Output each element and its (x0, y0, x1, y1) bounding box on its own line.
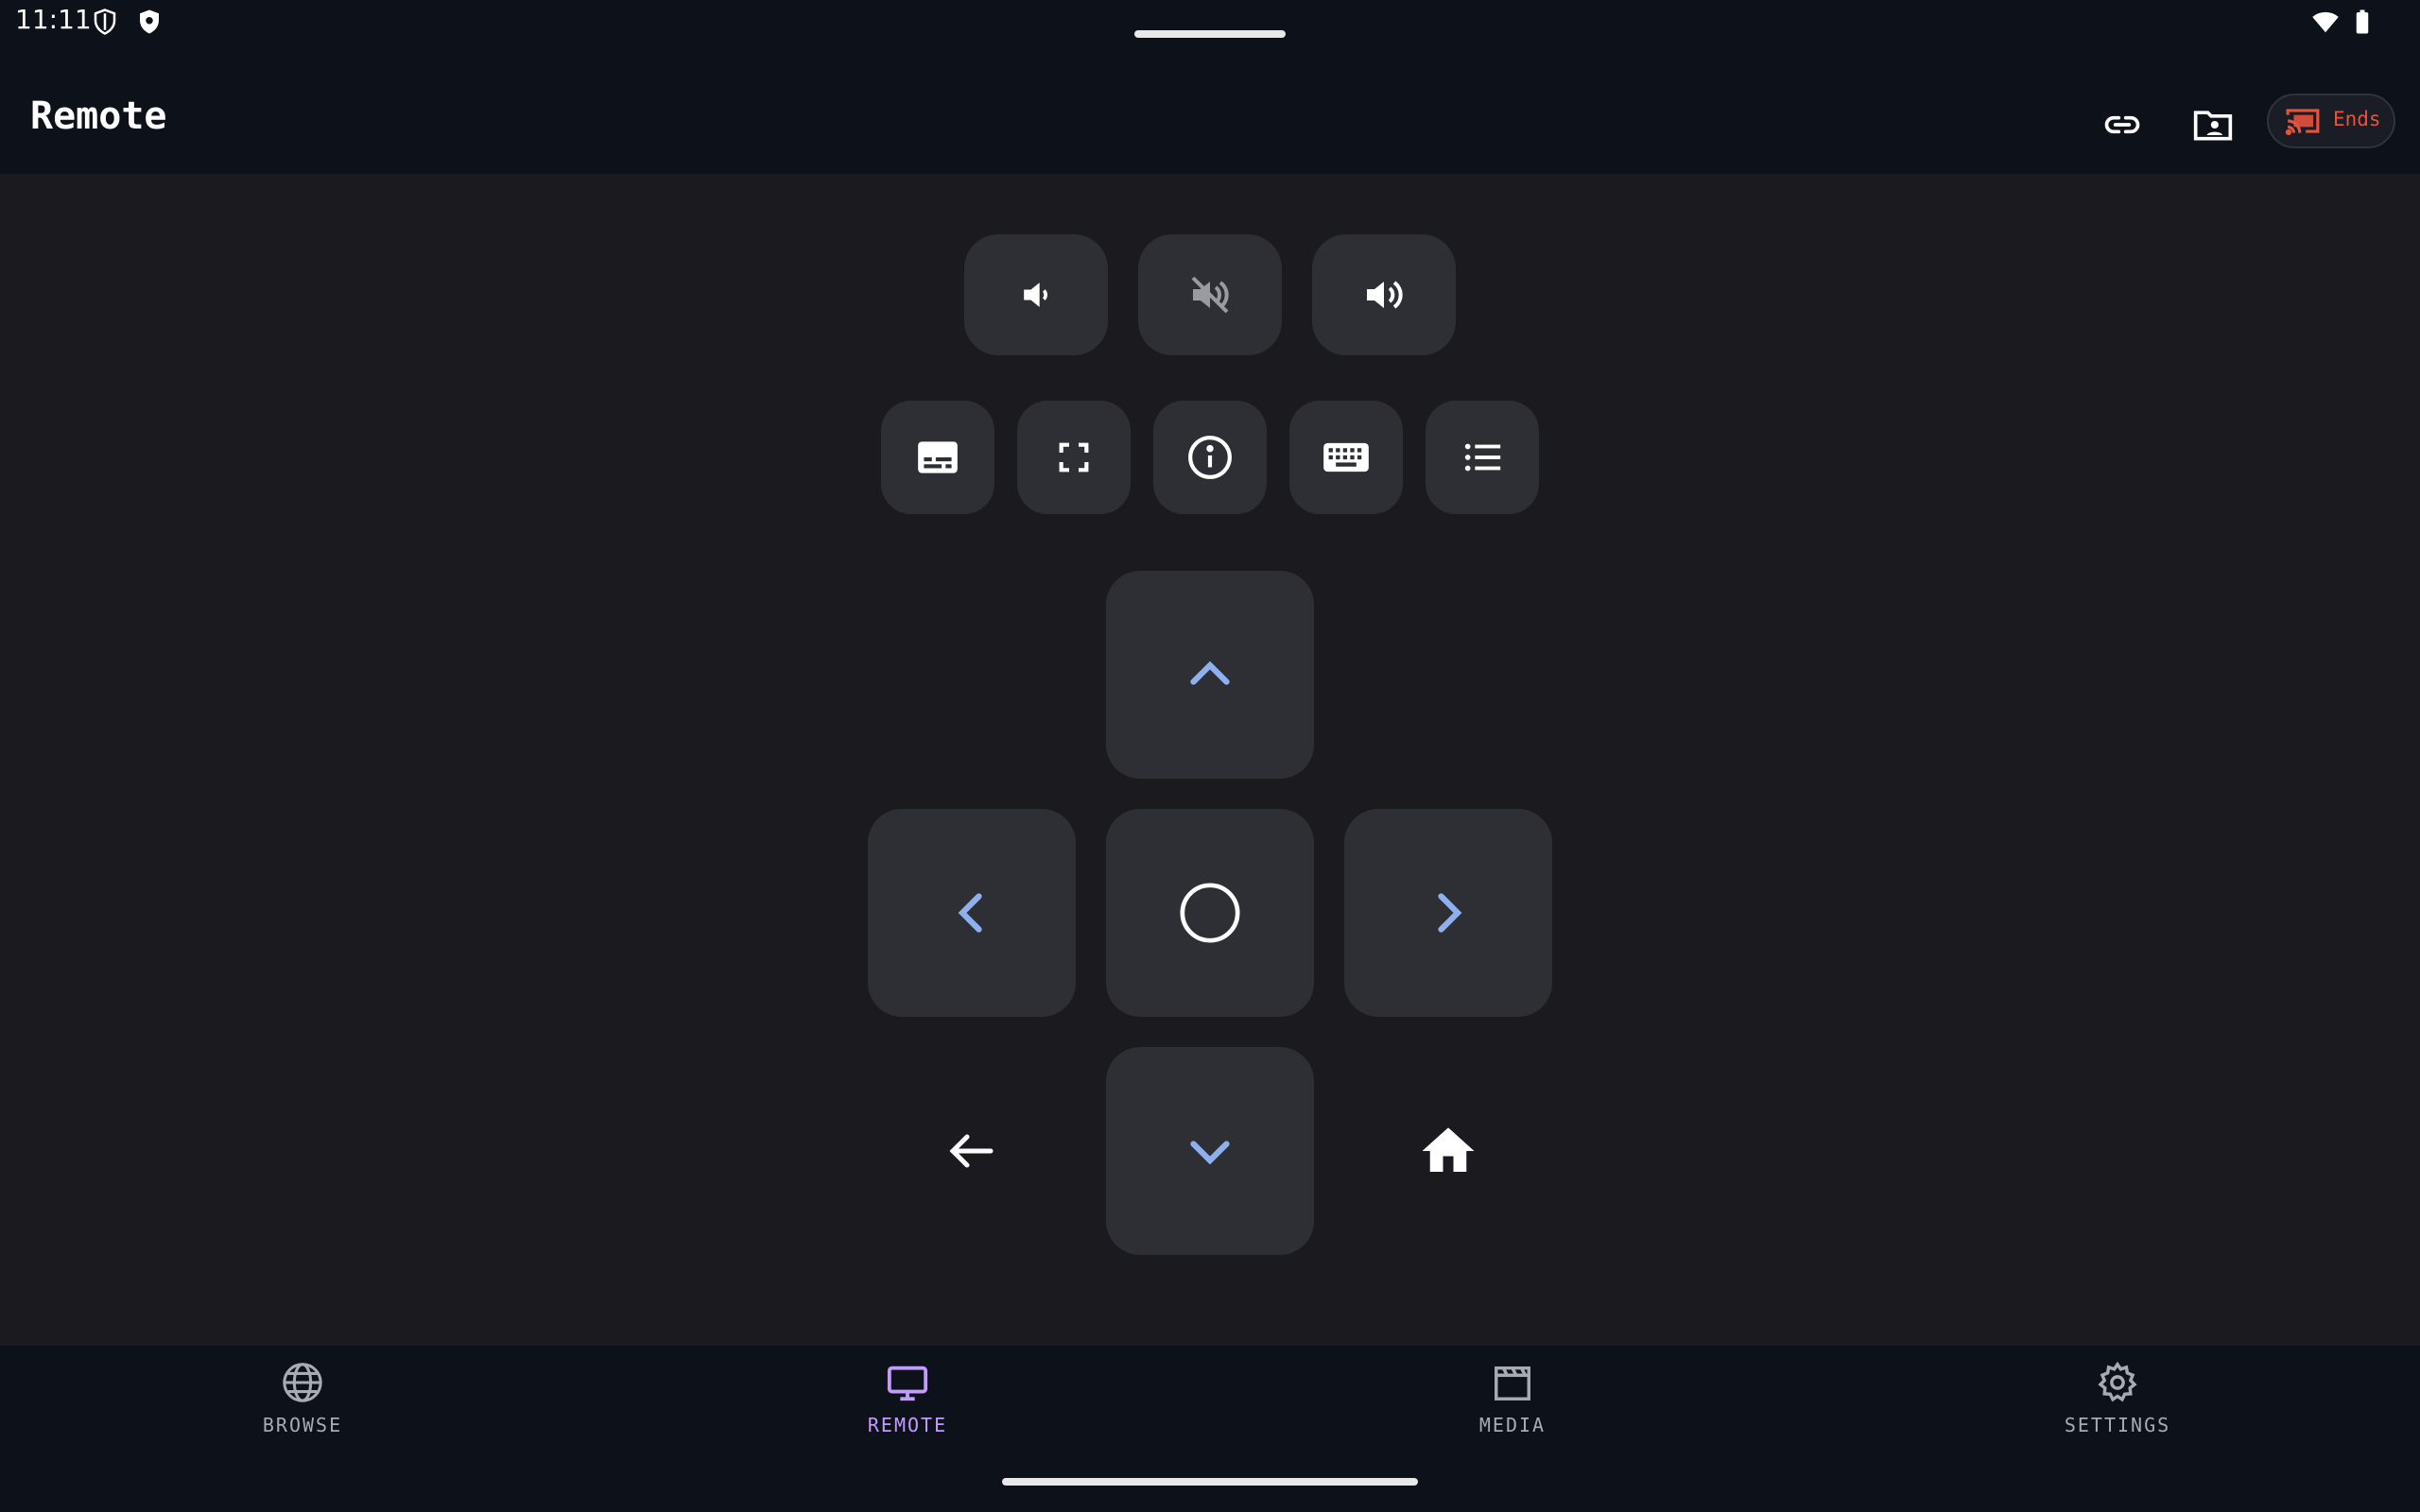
arrow-back-icon (949, 1134, 994, 1168)
cast-status-button[interactable]: Ends (2267, 94, 2395, 148)
dpad-right-button[interactable] (1344, 809, 1552, 1017)
status-time: 11:11 (15, 4, 92, 35)
globe-icon (279, 1359, 326, 1406)
nav-media[interactable]: MEDIA (1399, 1359, 1626, 1463)
battery-icon (2348, 8, 2377, 36)
wifi-icon (2310, 8, 2339, 36)
drag-handle (1134, 30, 1286, 38)
dpad-down-button[interactable] (1106, 1047, 1314, 1255)
status-bar: 11:11 (0, 0, 2420, 47)
chevron-up-icon (1190, 661, 1230, 685)
subtitles-button[interactable] (881, 401, 994, 514)
shield-filled-icon (135, 8, 164, 36)
remote-panel (0, 174, 2420, 1346)
dpad-up-button[interactable] (1106, 571, 1314, 779)
app-bar: Remote Ends (0, 47, 2420, 174)
nav-settings[interactable]: SETTINGS (2004, 1359, 2231, 1463)
tv-icon (884, 1359, 931, 1406)
back-button[interactable] (925, 1104, 1019, 1198)
home-icon (1422, 1127, 1475, 1172)
cast-connected-icon (2284, 103, 2322, 143)
dpad-left-button[interactable] (868, 809, 1076, 1017)
folder-account-button[interactable] (2185, 96, 2241, 153)
volume-up-icon (1367, 281, 1403, 309)
gesture-bar (1002, 1478, 1418, 1486)
clapperboard-icon (1489, 1359, 1536, 1406)
volume-mute-icon (1191, 276, 1229, 314)
chevron-right-icon (1438, 893, 1462, 933)
gear-icon (2094, 1359, 2141, 1406)
fullscreen-icon (1059, 442, 1089, 472)
list-icon (1464, 443, 1501, 472)
nav-label: SETTINGS (2064, 1414, 2171, 1436)
home-button[interactable] (1401, 1104, 1495, 1198)
info-icon (1188, 436, 1232, 479)
fullscreen-button[interactable] (1017, 401, 1131, 514)
volume-mute-button[interactable] (1138, 234, 1282, 355)
chevron-down-icon (1190, 1141, 1230, 1165)
circle-select-icon (1180, 883, 1240, 943)
chevron-left-icon (958, 893, 982, 933)
folder-account-icon (2193, 111, 2233, 141)
nav-label: MEDIA (1478, 1414, 1547, 1436)
shield-outline-icon (91, 8, 119, 36)
link-icon (2104, 115, 2140, 134)
nav-remote[interactable]: REMOTE (794, 1359, 1021, 1463)
nav-label: BROWSE (262, 1414, 343, 1436)
nav-browse[interactable]: BROWSE (189, 1359, 416, 1463)
volume-up-button[interactable] (1312, 234, 1456, 355)
info-button[interactable] (1153, 401, 1267, 514)
cast-label: Ends (2333, 108, 2381, 130)
link-button[interactable] (2094, 96, 2151, 153)
nav-label: REMOTE (867, 1414, 948, 1436)
subtitles-icon (918, 441, 958, 473)
list-button[interactable] (1426, 401, 1539, 514)
volume-down-button[interactable] (964, 234, 1108, 355)
page-title: Remote (30, 94, 167, 138)
volume-down-icon (1024, 283, 1047, 307)
keyboard-button[interactable] (1289, 401, 1403, 514)
keyboard-icon (1323, 442, 1369, 472)
dpad-select-button[interactable] (1106, 809, 1314, 1017)
bottom-nav: BROWSE REMOTE MEDIA SETTINGS (0, 1346, 2420, 1512)
